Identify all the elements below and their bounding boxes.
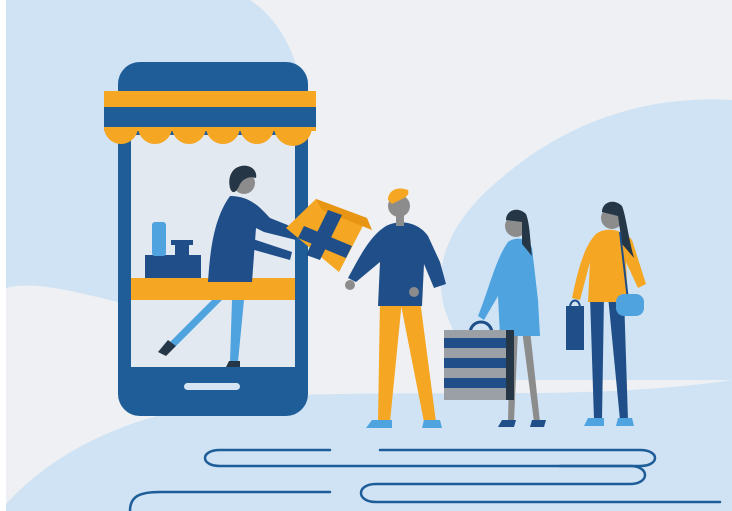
man-hand [345,280,355,290]
bag-side [506,330,514,400]
awning-stripe [104,105,316,127]
bag-stripe-1 [444,338,512,348]
cash-register-display [175,244,189,255]
woman2-hand-bag [566,306,584,350]
white-frame-left [0,0,6,511]
man-hand-right [409,287,419,297]
online-shopping-illustration [0,0,732,511]
cash-register-display-top [171,240,193,245]
awning-band [104,91,316,107]
phone-home-button [184,383,240,390]
bag-stripe-2 [444,358,512,368]
striped-shopping-bag [444,320,514,400]
phone-shop [104,62,316,416]
woman2-shoulder-bag [616,294,644,316]
cash-register-receipt [152,222,166,256]
cash-register-body [145,255,201,278]
bag-stripe-3 [444,378,512,388]
